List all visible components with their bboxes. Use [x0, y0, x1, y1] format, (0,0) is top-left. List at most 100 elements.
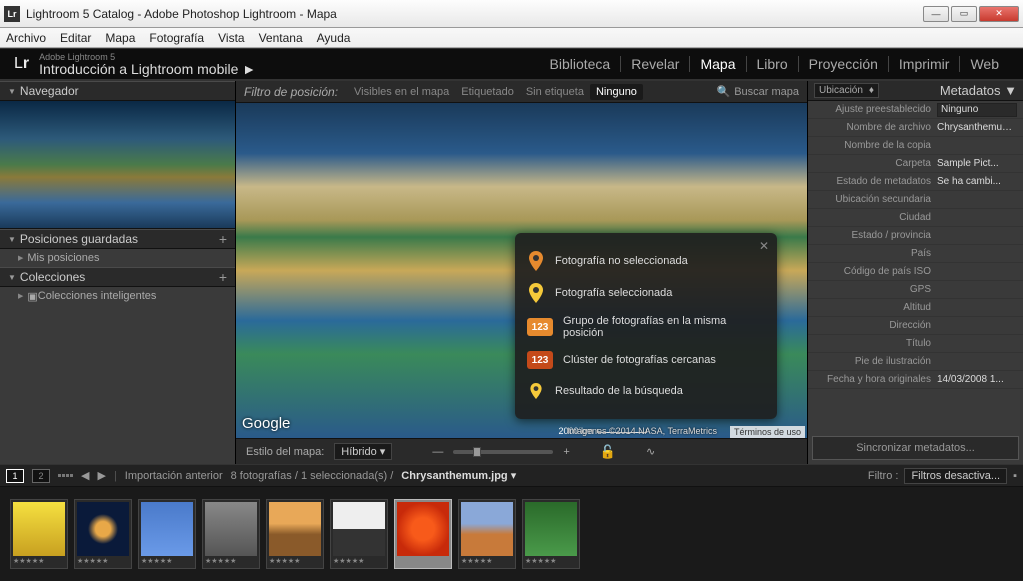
zoom-slider[interactable] — [453, 450, 553, 454]
thumbnail[interactable]: ★★★★★ — [138, 499, 196, 569]
metadata-row: GPS — [808, 281, 1023, 299]
identity-bar: Lr Adobe Lightroom 5 Introducción a Ligh… — [0, 48, 1023, 80]
thumbnail[interactable]: ★★★★★ — [522, 499, 580, 569]
metadata-preset-row: Ajuste preestablecido Ninguno — [808, 101, 1023, 119]
count-label: 8 fotografías / 1 seleccionada(s) / — [231, 470, 394, 482]
maximize-button[interactable]: ▭ — [951, 6, 977, 22]
logo: Lr — [14, 55, 29, 73]
filter-toggle-icon[interactable]: ▪ — [1013, 470, 1017, 482]
filter-select[interactable]: Filtros desactiva... — [904, 468, 1007, 484]
legend-row: 123Grupo de fotografías en la misma posi… — [527, 309, 765, 345]
menu-fotografía[interactable]: Fotografía — [149, 31, 204, 45]
map-search[interactable]: 🔍 Buscar mapa — [716, 85, 799, 98]
filmstrip-bar: 1 2 ◀ ▶ | Importación anterior 8 fotogra… — [0, 465, 1023, 487]
add-position-icon[interactable]: + — [219, 231, 227, 247]
gps-track-icon[interactable]: ∿ — [646, 445, 655, 458]
close-button[interactable]: ✕ — [979, 6, 1019, 22]
navigator-map[interactable] — [0, 101, 235, 229]
metadata-row: Estado / provincia — [808, 227, 1023, 245]
module-web[interactable]: Web — [960, 56, 1009, 72]
map-style-select[interactable]: Híbrido ▾ — [334, 443, 392, 460]
nav-back-icon[interactable]: ◀ — [81, 469, 89, 482]
thumbnail[interactable]: ★★★★★ — [458, 499, 516, 569]
pin-icon — [529, 383, 543, 399]
filmstrip: 1 2 ◀ ▶ | Importación anterior 8 fotogra… — [0, 464, 1023, 581]
zoom-in-icon[interactable]: + — [563, 446, 569, 458]
legend-row: Resultado de la búsqueda — [527, 375, 765, 407]
metadata-row: CarpetaSample Pict... — [808, 155, 1023, 173]
add-collection-icon[interactable]: + — [219, 269, 227, 285]
menu-ventana[interactable]: Ventana — [259, 31, 303, 45]
menu-ayuda[interactable]: Ayuda — [317, 31, 351, 45]
metadata-row: Ciudad — [808, 209, 1023, 227]
filter-opt[interactable]: Ninguno — [590, 84, 643, 100]
lock-icon[interactable]: 🔓 — [600, 444, 616, 460]
screen-2-button[interactable]: 2 — [32, 469, 50, 483]
legend-row: Fotografía no seleccionada — [527, 245, 765, 277]
module-imprimir[interactable]: Imprimir — [889, 56, 961, 72]
saved-positions-item[interactable]: ▶Mis posiciones — [0, 249, 235, 267]
app-icon: Lr — [4, 6, 20, 22]
module-biblioteca[interactable]: Biblioteca — [540, 56, 622, 72]
current-file[interactable]: Chrysanthemum.jpg ▾ — [401, 469, 516, 482]
module-proyección[interactable]: Proyección — [799, 56, 889, 72]
filter-opt[interactable]: Sin etiqueta — [520, 84, 590, 100]
filter-opt[interactable]: Visibles en el mapa — [348, 84, 455, 100]
right-panel: Ubicación ♦ Metadatos ▼ Ajuste preestabl… — [807, 81, 1023, 464]
menu-archivo[interactable]: Archivo — [6, 31, 46, 45]
location-filter-bar: Filtro de posición: Visibles en el mapaE… — [236, 81, 807, 103]
metadata-header: Ubicación ♦ Metadatos ▼ — [808, 81, 1023, 101]
menu-editar[interactable]: Editar — [60, 31, 91, 45]
metadata-row: Nombre de la copia — [808, 137, 1023, 155]
zoom-out-icon[interactable]: — — [432, 446, 443, 458]
metadata-value[interactable]: 14/03/2008 1... — [937, 374, 1017, 385]
metadata-row: Pie de ilustración — [808, 353, 1023, 371]
center-panel: Filtro de posición: Visibles en el mapaE… — [236, 81, 807, 464]
cluster-icon: 123 — [527, 318, 553, 336]
navigator-header[interactable]: ▼Navegador — [0, 81, 235, 101]
saved-positions-header[interactable]: ▼Posiciones guardadas+ — [0, 229, 235, 249]
screen-1-button[interactable]: 1 — [6, 469, 24, 483]
legend-row: Fotografía seleccionada — [527, 277, 765, 309]
thumbnail[interactable]: ★★★★★ — [202, 499, 260, 569]
module-picker: BibliotecaRevelarMapaLibroProyecciónImpr… — [540, 56, 1009, 72]
map-view[interactable]: ✕ Fotografía no seleccionadaFotografía s… — [236, 103, 807, 438]
metadata-row: Estado de metadatosSe ha cambi... — [808, 173, 1023, 191]
metadata-set-select[interactable]: Ubicación ♦ — [814, 83, 879, 98]
thumbnail[interactable]: ★★★★★ — [330, 499, 388, 569]
metadata-title[interactable]: Metadatos ▼ — [940, 83, 1017, 98]
map-toolbar: Estilo del mapa: Híbrido ▾ — + 🔓 ∿ — [236, 438, 807, 464]
map-terms[interactable]: Términos de uso — [730, 426, 805, 438]
menu-mapa[interactable]: Mapa — [105, 31, 135, 45]
thumbnail[interactable]: ★★★★★ — [10, 499, 68, 569]
thumbnail[interactable]: ★★★★★ — [394, 499, 452, 569]
metadata-value[interactable]: Se ha cambi... — [937, 176, 1017, 187]
titlebar: Lr Lightroom 5 Catalog - Adobe Photoshop… — [0, 0, 1023, 28]
filter-label: Filtro : — [868, 470, 899, 482]
metadata-preset-select[interactable]: Ninguno — [937, 103, 1017, 117]
menubar: Archivo Editar Mapa Fotografía Vista Ventana A… — [0, 28, 1023, 48]
source-label[interactable]: Importación anterior — [125, 470, 223, 482]
module-libro[interactable]: Libro — [747, 56, 799, 72]
sync-metadata-button[interactable]: Sincronizar metadatos... — [812, 436, 1019, 460]
map-legend: ✕ Fotografía no seleccionadaFotografía s… — [515, 233, 777, 419]
minimize-button[interactable]: — — [923, 6, 949, 22]
metadata-row: Nombre de archivoChrysanthemum.jpg — [808, 119, 1023, 137]
metadata-value[interactable]: Sample Pict... — [937, 158, 1017, 169]
google-logo: Google — [242, 415, 290, 432]
collections-item[interactable]: ▶▣ Colecciones inteligentes — [0, 287, 235, 305]
map-style-label: Estilo del mapa: — [246, 446, 324, 458]
nav-fwd-icon[interactable]: ▶ — [97, 469, 105, 482]
filter-opt[interactable]: Etiquetado — [455, 84, 520, 100]
map-attribution: Imágenes ©2014 NASA, TerraMetrics — [567, 426, 717, 436]
legend-close-icon[interactable]: ✕ — [759, 239, 769, 253]
module-mapa[interactable]: Mapa — [690, 56, 746, 72]
thumbnail[interactable]: ★★★★★ — [266, 499, 324, 569]
grid-icon[interactable] — [58, 474, 73, 477]
tagline[interactable]: Introducción a Lightroom mobile ► — [39, 62, 256, 76]
module-revelar[interactable]: Revelar — [621, 56, 690, 72]
thumbnail[interactable]: ★★★★★ — [74, 499, 132, 569]
collections-header[interactable]: ▼Colecciones+ — [0, 267, 235, 287]
menu-vista[interactable]: Vista — [218, 31, 244, 45]
metadata-value[interactable]: Chrysanthemum.jpg — [937, 122, 1017, 133]
